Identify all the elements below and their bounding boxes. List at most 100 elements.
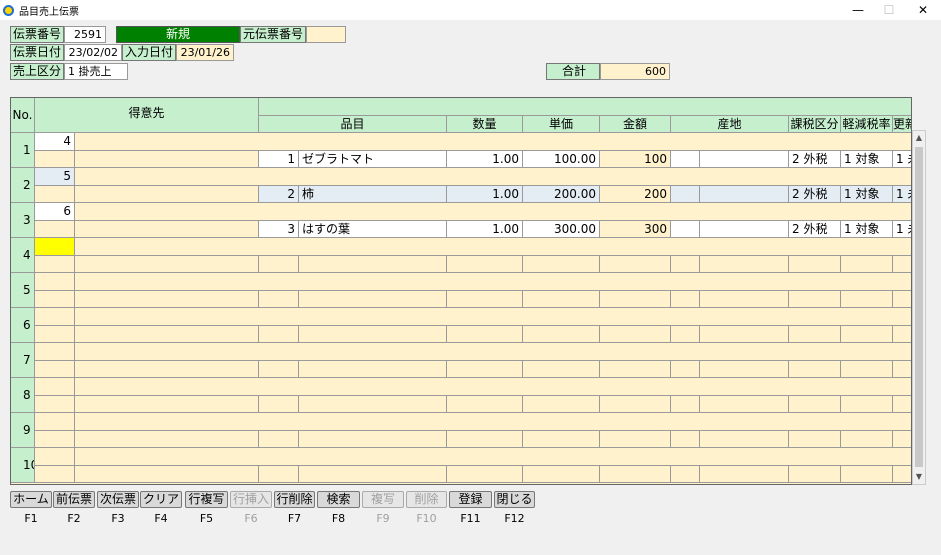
reduced-tax-cell[interactable]: 1 対象: [841, 150, 893, 168]
reduced-tax-cell[interactable]: [841, 255, 893, 273]
price-cell[interactable]: [523, 290, 600, 308]
origin-name-cell[interactable]: [700, 255, 789, 273]
close-button[interactable]: ✕: [905, 0, 941, 20]
reduced-tax-cell[interactable]: [841, 430, 893, 448]
scroll-thumb[interactable]: [915, 147, 923, 467]
fkey-f8-button[interactable]: 検索: [317, 491, 360, 508]
reduced-tax-cell[interactable]: [841, 395, 893, 413]
origin-name-cell[interactable]: [700, 325, 789, 343]
customer-code-cell[interactable]: [35, 343, 75, 361]
origin-name-cell[interactable]: [700, 185, 789, 203]
grid-scrollbar[interactable]: ▲ ▼: [912, 130, 926, 485]
update-cell[interactable]: [893, 395, 911, 413]
item-name-cell[interactable]: [299, 395, 447, 413]
qty-cell[interactable]: [447, 290, 523, 308]
item-name-cell[interactable]: [299, 290, 447, 308]
tax-type-cell[interactable]: [789, 465, 841, 483]
customer-code-cell[interactable]: [35, 413, 75, 431]
reduced-tax-cell[interactable]: 1 対象: [841, 220, 893, 238]
price-cell[interactable]: [523, 430, 600, 448]
origin-name-cell[interactable]: [700, 395, 789, 413]
origin-name-cell[interactable]: [700, 360, 789, 378]
scroll-up-icon[interactable]: ▲: [913, 131, 925, 145]
update-cell[interactable]: [893, 290, 911, 308]
customer-code-cell[interactable]: 6: [35, 203, 75, 221]
price-cell[interactable]: [523, 325, 600, 343]
fkey-f11-button[interactable]: 登録: [449, 491, 492, 508]
item-line-cell[interactable]: [259, 255, 299, 273]
tax-type-cell[interactable]: [789, 325, 841, 343]
update-cell[interactable]: 1 未: [893, 150, 911, 168]
slip-no-field[interactable]: 2591: [64, 26, 106, 43]
item-name-cell[interactable]: 柿: [299, 185, 447, 203]
item-line-cell[interactable]: [259, 360, 299, 378]
slip-date-field[interactable]: 23/02/02: [64, 44, 122, 61]
item-line-cell[interactable]: 3: [259, 220, 299, 238]
reduced-tax-cell[interactable]: [841, 360, 893, 378]
origin-name-cell[interactable]: [700, 430, 789, 448]
price-cell[interactable]: [523, 360, 600, 378]
item-line-cell[interactable]: [259, 465, 299, 483]
tax-type-cell[interactable]: 2 外税: [789, 185, 841, 203]
tax-type-cell[interactable]: 2 外税: [789, 220, 841, 238]
origin-code-cell[interactable]: [671, 220, 700, 238]
item-line-cell[interactable]: 2: [259, 185, 299, 203]
item-line-cell[interactable]: [259, 290, 299, 308]
customer-code-cell[interactable]: [35, 378, 75, 396]
price-cell[interactable]: 100.00: [523, 150, 600, 168]
update-cell[interactable]: 1 未: [893, 185, 911, 203]
origin-code-cell[interactable]: [671, 150, 700, 168]
update-cell[interactable]: [893, 430, 911, 448]
qty-cell[interactable]: 1.00: [447, 185, 523, 203]
item-name-cell[interactable]: [299, 465, 447, 483]
price-cell[interactable]: 200.00: [523, 185, 600, 203]
origin-code-cell[interactable]: [671, 185, 700, 203]
item-name-cell[interactable]: はすの葉: [299, 220, 447, 238]
customer-code-cell[interactable]: [35, 238, 75, 256]
origin-code-cell[interactable]: [671, 255, 700, 273]
scroll-down-icon[interactable]: ▼: [913, 470, 925, 484]
update-cell[interactable]: [893, 325, 911, 343]
sales-type-field[interactable]: 1 掛売上: [64, 63, 128, 80]
origin-code-cell[interactable]: [671, 395, 700, 413]
price-cell[interactable]: [523, 465, 600, 483]
update-cell[interactable]: [893, 255, 911, 273]
origin-code-cell[interactable]: [671, 325, 700, 343]
fkey-f3-button[interactable]: 次伝票: [97, 491, 139, 508]
qty-cell[interactable]: [447, 325, 523, 343]
price-cell[interactable]: 300.00: [523, 220, 600, 238]
origin-name-cell[interactable]: [700, 290, 789, 308]
qty-cell[interactable]: [447, 395, 523, 413]
tax-type-cell[interactable]: [789, 430, 841, 448]
origin-code-cell[interactable]: [671, 290, 700, 308]
origin-name-cell[interactable]: [700, 150, 789, 168]
qty-cell[interactable]: 1.00: [447, 150, 523, 168]
fkey-f7-button[interactable]: 行削除: [274, 491, 315, 508]
origin-name-cell[interactable]: [700, 465, 789, 483]
update-cell[interactable]: [893, 465, 911, 483]
origin-name-cell[interactable]: [700, 220, 789, 238]
item-name-cell[interactable]: [299, 360, 447, 378]
qty-cell[interactable]: [447, 430, 523, 448]
tax-type-cell[interactable]: [789, 255, 841, 273]
reduced-tax-cell[interactable]: 1 対象: [841, 185, 893, 203]
item-name-cell[interactable]: [299, 430, 447, 448]
update-cell[interactable]: [893, 360, 911, 378]
fkey-f4-button[interactable]: クリア: [140, 491, 182, 508]
customer-code-cell[interactable]: [35, 308, 75, 326]
qty-cell[interactable]: [447, 255, 523, 273]
qty-cell[interactable]: 1.00: [447, 220, 523, 238]
update-cell[interactable]: 1 未: [893, 220, 911, 238]
origin-code-cell[interactable]: [671, 465, 700, 483]
item-name-cell[interactable]: ゼブラトマト: [299, 150, 447, 168]
maximize-button[interactable]: ☐: [871, 0, 907, 20]
customer-code-cell[interactable]: [35, 273, 75, 291]
item-line-cell[interactable]: [259, 430, 299, 448]
item-line-cell[interactable]: 1: [259, 150, 299, 168]
origin-code-cell[interactable]: [671, 430, 700, 448]
fkey-f1-button[interactable]: ホーム: [10, 491, 52, 508]
price-cell[interactable]: [523, 395, 600, 413]
qty-cell[interactable]: [447, 465, 523, 483]
customer-code-cell[interactable]: 4: [35, 133, 75, 151]
item-name-cell[interactable]: [299, 325, 447, 343]
